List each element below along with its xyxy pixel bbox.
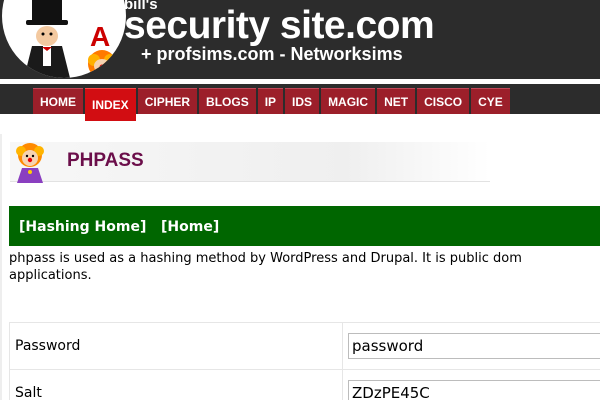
password-input[interactable] (348, 333, 600, 359)
nav-item-ids[interactable]: IDS (285, 88, 320, 114)
svg-text:A: A (90, 21, 110, 52)
page-title: PHPASS (67, 150, 144, 171)
nav-item-home[interactable]: HOME (33, 88, 83, 114)
salt-label: Salt (9, 369, 343, 400)
hash-input-form: Password Salt (9, 322, 600, 400)
intro-line-1: phpass is used as a hashing method by Wo… (9, 251, 522, 266)
password-cell (342, 322, 600, 370)
nav-item-ip[interactable]: IP (257, 88, 284, 114)
nav-item-cisco[interactable]: CISCO (417, 88, 470, 114)
password-row: Password (9, 322, 600, 370)
salt-input[interactable] (348, 380, 600, 400)
password-label: Password (9, 322, 343, 370)
nav-item-cipher[interactable]: CIPHER (137, 88, 198, 114)
salt-row: Salt (9, 369, 600, 400)
intro-line-2: applications. (9, 268, 92, 283)
site-header: A bill's security site.com + profsims.co… (0, 0, 600, 79)
magician-mascot-icon: A (24, 0, 116, 78)
nav-item-net[interactable]: NET (377, 88, 416, 114)
breadcrumb-bar: [Hashing Home] [Home] (9, 206, 600, 246)
main-nav: HOME INDEX CIPHER BLOGS IP IDS MAGIC NET… (33, 88, 512, 121)
content-border (0, 134, 2, 400)
intro-paragraph: phpass is used as a hashing method by Wo… (9, 250, 600, 284)
nav-item-index[interactable]: INDEX (85, 88, 136, 121)
hashing-home-link[interactable]: [Hashing Home] (19, 218, 146, 236)
nav-item-cyber[interactable]: CYE (471, 88, 510, 114)
salt-cell (342, 369, 600, 400)
site-logo[interactable]: A (2, 0, 126, 78)
nav-item-blogs[interactable]: BLOGS (199, 88, 256, 114)
nav-item-magic[interactable]: MAGIC (321, 88, 376, 114)
clown-icon (13, 141, 47, 183)
site-tagline: + profsims.com - Networksims (141, 44, 403, 64)
home-link[interactable]: [Home] (161, 218, 219, 236)
